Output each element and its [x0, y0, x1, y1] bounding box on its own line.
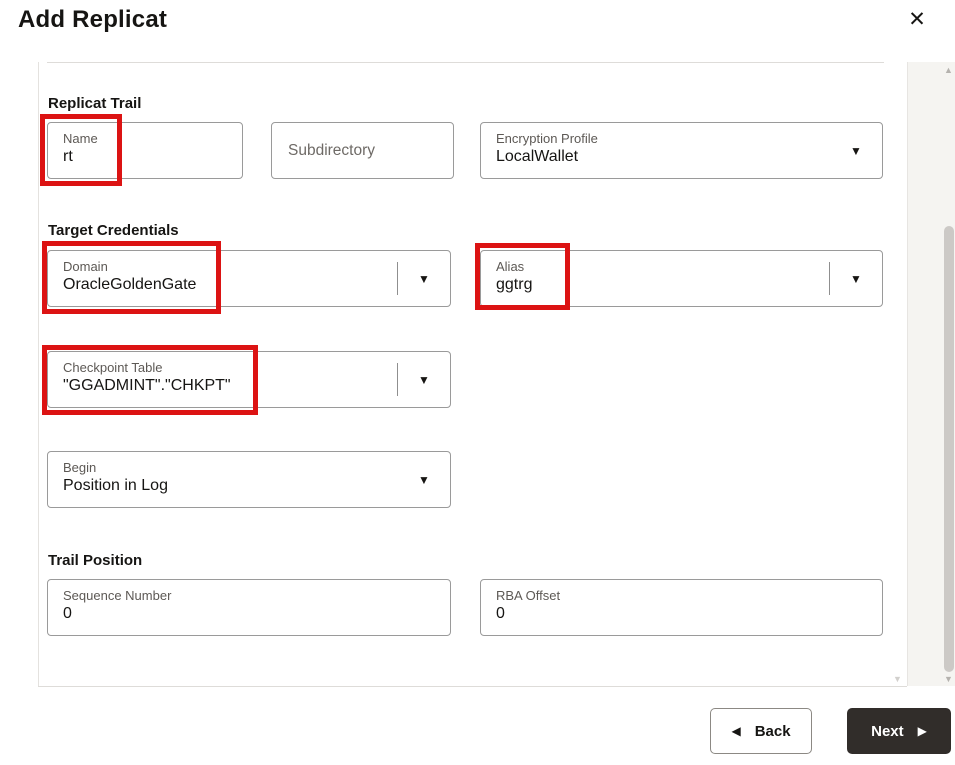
subdirectory-field[interactable]: Subdirectory [271, 122, 454, 179]
name-field-value: rt [63, 148, 73, 165]
subdirectory-placeholder: Subdirectory [288, 141, 376, 159]
name-field-label: Name [63, 131, 98, 146]
back-arrow-icon: ◀ [731, 724, 741, 738]
chevron-down-icon[interactable]: ▼ [398, 251, 450, 306]
close-icon[interactable]: ✕ [903, 5, 931, 33]
back-button[interactable]: ◀ Back [710, 708, 812, 754]
domain-value: OracleGoldenGate [63, 276, 197, 293]
name-field[interactable]: Name rt [47, 122, 243, 179]
chevron-down-icon[interactable]: ▼ [830, 251, 882, 306]
back-button-label: Back [754, 722, 791, 740]
alias-label: Alias [496, 259, 525, 274]
chevron-down-icon[interactable]: ▼ [398, 452, 450, 507]
next-arrow-icon: ▶ [917, 724, 927, 738]
scrollbar-thumb[interactable] [944, 226, 954, 672]
add-replicat-dialog: Add Replicat ✕ Replicat Trail Name rt Su… [0, 0, 955, 765]
content-bottom-divider [38, 686, 907, 687]
content-top-divider [47, 62, 884, 63]
domain-label: Domain [63, 259, 108, 274]
sequence-number-field[interactable]: Sequence Number 0 [47, 579, 451, 636]
chevron-down-icon[interactable]: ▼ [398, 352, 450, 407]
checkpoint-table-label: Checkpoint Table [63, 360, 163, 375]
next-button-label: Next [871, 722, 904, 740]
scroll-down-icon[interactable]: ▼ [944, 674, 953, 684]
section-label-trail-position: Trail Position [48, 552, 143, 569]
domain-dropdown[interactable]: Domain OracleGoldenGate ▼ [47, 250, 451, 307]
chevron-down-icon[interactable]: ▼ [830, 123, 882, 178]
rba-offset-value: 0 [496, 605, 505, 622]
encryption-profile-dropdown[interactable]: Encryption Profile LocalWallet ▼ [480, 122, 883, 179]
next-button[interactable]: Next ▶ [847, 708, 951, 754]
section-label-replicat-trail: Replicat Trail [48, 95, 142, 112]
begin-value: Position in Log [63, 477, 168, 494]
alias-value: ggtrg [496, 276, 533, 293]
begin-dropdown[interactable]: Begin Position in Log ▼ [47, 451, 451, 508]
rba-offset-label: RBA Offset [496, 588, 561, 603]
checkpoint-table-dropdown[interactable]: Checkpoint Table "GGADMINT"."CHKPT" ▼ [47, 351, 451, 408]
sequence-number-label: Sequence Number [63, 588, 172, 603]
begin-label: Begin [63, 460, 97, 475]
inner-scroll-down-icon[interactable]: ▼ [893, 674, 902, 684]
sequence-number-value: 0 [63, 605, 72, 622]
encryption-profile-value: LocalWallet [496, 148, 579, 165]
content-left-border [38, 62, 39, 686]
checkpoint-table-value: "GGADMINT"."CHKPT" [63, 377, 231, 394]
dialog-title: Add Replicat [18, 6, 168, 33]
encryption-profile-label: Encryption Profile [496, 131, 598, 146]
section-label-target-credentials: Target Credentials [48, 222, 179, 239]
scroll-up-icon[interactable]: ▲ [944, 65, 953, 75]
rba-offset-field[interactable]: RBA Offset 0 [480, 579, 883, 636]
alias-dropdown[interactable]: Alias ggtrg ▼ [480, 250, 883, 307]
